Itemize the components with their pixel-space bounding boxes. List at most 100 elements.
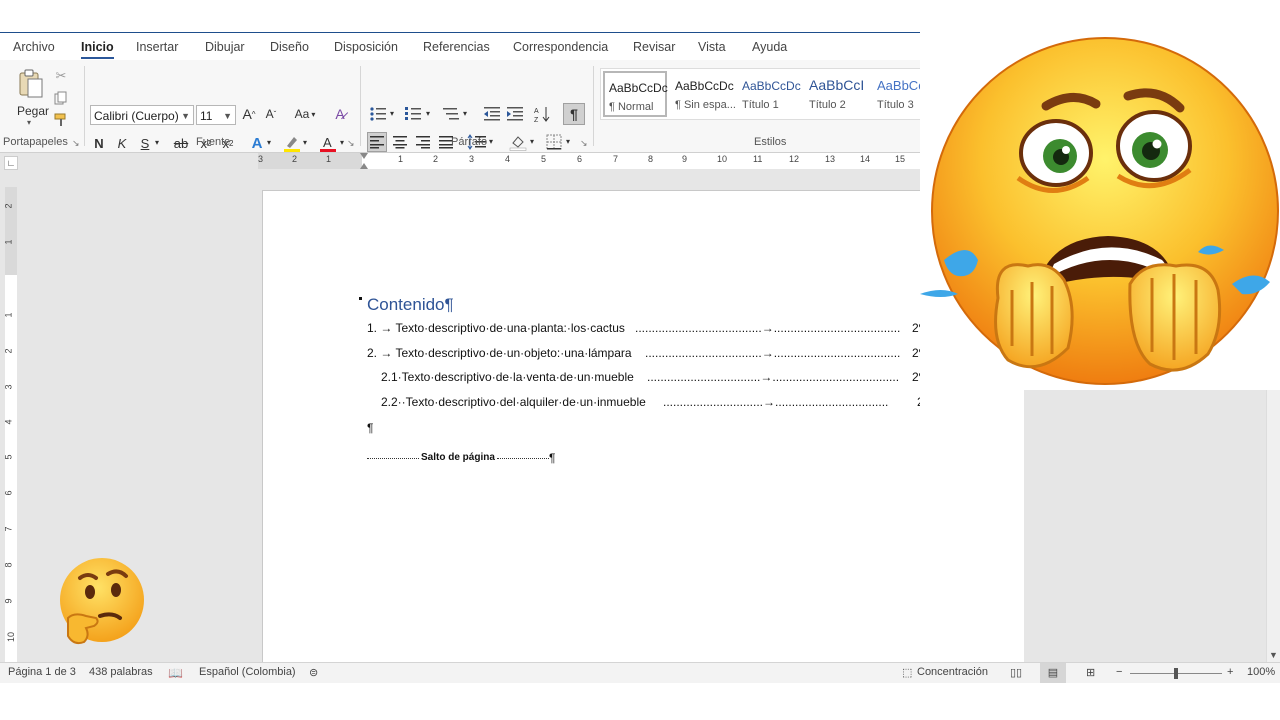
multilevel-icon[interactable] [441, 104, 461, 124]
format-painter-icon[interactable] [54, 112, 68, 128]
bullets-dropdown-icon[interactable]: ▾ [390, 109, 394, 118]
align-center-icon[interactable] [390, 132, 410, 152]
bold-button[interactable]: N [92, 134, 106, 152]
print-layout-icon[interactable]: ▤ [1040, 663, 1066, 683]
tab-insertar[interactable]: Insertar [136, 40, 178, 54]
clipboard-launcher-icon[interactable]: ↘ [72, 138, 80, 149]
copy-icon[interactable] [54, 90, 68, 106]
tab-archivo[interactable]: Archivo [13, 40, 55, 54]
scroll-down-icon[interactable]: ▼ [1269, 650, 1278, 660]
tab-ayuda[interactable]: Ayuda [752, 40, 787, 54]
zoom-level[interactable]: 100% [1247, 666, 1275, 678]
align-left-icon[interactable] [367, 132, 387, 152]
paste-icon[interactable] [12, 66, 50, 100]
font-color-icon[interactable]: A [318, 133, 338, 153]
svg-text:Z: Z [534, 117, 539, 123]
text-effects-dropdown-icon[interactable]: ▾ [267, 138, 271, 147]
hanging-indent-marker[interactable] [360, 163, 368, 169]
font-name-combo[interactable]: Calibri (Cuerpo) ▼ [90, 105, 194, 125]
bullets-icon[interactable] [368, 104, 388, 124]
numbering-icon[interactable] [403, 104, 423, 124]
tab-revisar[interactable]: Revisar [633, 40, 675, 54]
accessibility-icon[interactable]: ⊜ [309, 666, 318, 679]
focus-button[interactable]: Concentración [917, 666, 988, 678]
proofing-icon[interactable]: 📖 [168, 666, 183, 680]
show-formatting-button[interactable]: ¶ [563, 103, 585, 125]
grow-font-label: A [242, 106, 252, 122]
shading-dropdown-icon[interactable]: ▾ [530, 137, 534, 146]
ribbon-tabs: Archivo Inicio Insertar Dibujar Diseño D… [0, 32, 920, 61]
zoom-in-button[interactable]: + [1227, 666, 1233, 678]
highlight-icon[interactable] [282, 133, 302, 153]
strikethrough-button[interactable]: ab [172, 134, 190, 152]
page-break[interactable]: Salto de página ¶ [367, 451, 920, 472]
clear-format-icon[interactable]: A̷ [330, 104, 350, 124]
borders-dropdown-icon[interactable]: ▾ [566, 137, 570, 146]
shrink-font-button[interactable]: Aˇ [262, 104, 280, 124]
styles-group-label: Estilos [754, 136, 787, 148]
numbering-dropdown-icon[interactable]: ▾ [426, 109, 430, 118]
line-spacing-dropdown-icon[interactable]: ▾ [489, 137, 493, 146]
document-body[interactable]: Contenido¶ 1. → Texto·descriptivo·de·una… [367, 295, 920, 472]
text-effects-icon[interactable]: A [248, 133, 266, 153]
zoom-slider-thumb[interactable] [1174, 668, 1178, 679]
vertical-scrollbar[interactable]: ▼ [1266, 390, 1280, 662]
toc-entry[interactable]: 2.2··Texto·descriptivo·del·alquiler·de·u… [367, 395, 920, 420]
tab-correspondencia[interactable]: Correspondencia [513, 40, 608, 54]
language-indicator[interactable]: Español (Colombia) [199, 666, 296, 678]
underline-dropdown-icon[interactable]: ▾ [155, 138, 159, 147]
style-no-spacing[interactable]: AaBbCcDc ¶ Sin espa... [671, 71, 735, 117]
word-count[interactable]: 438 palabras [89, 666, 153, 678]
font-size-combo[interactable]: 11 ▼ [196, 105, 236, 125]
chevron-down-icon: ▼ [181, 111, 190, 121]
increase-indent-icon[interactable] [505, 104, 525, 124]
web-layout-icon[interactable]: ⊞ [1086, 666, 1095, 679]
zoom-out-button[interactable]: − [1116, 666, 1122, 678]
ruler-number: 8 [648, 154, 654, 164]
italic-button[interactable]: K [115, 134, 129, 152]
tab-inicio[interactable]: Inicio [81, 40, 114, 59]
toc-entry[interactable]: 2. → Texto·descriptivo·de·un·objeto:·una… [367, 346, 920, 371]
tab-referencias[interactable]: Referencias [423, 40, 490, 54]
change-case-button[interactable]: Aa ▾ [290, 104, 320, 124]
style-normal[interactable]: AaBbCcDc ¶ Normal [603, 71, 668, 117]
toc-entry[interactable]: 1. → Texto·descriptivo·de·una·planta:·lo… [367, 321, 920, 346]
tab-vista[interactable]: Vista [698, 40, 726, 54]
page-count[interactable]: Página 1 de 3 [8, 666, 76, 678]
align-right-icon[interactable] [413, 132, 433, 152]
horizontal-ruler[interactable]: 3 2 1 1 2 3 4 5 6 7 8 9 10 11 12 13 14 1… [258, 153, 920, 169]
grow-font-button[interactable]: A ^ [240, 104, 258, 124]
toc-entry-text: 2. → Texto·descriptivo·de·un·objeto:·una… [367, 345, 632, 360]
document-page[interactable]: Contenido¶ 1. → Texto·descriptivo·de·una… [262, 190, 920, 680]
focus-icon[interactable]: ⬚ [902, 666, 912, 679]
decrease-indent-icon[interactable] [482, 104, 502, 124]
paste-dropdown-icon[interactable]: ▾ [27, 118, 31, 127]
toc-title[interactable]: Contenido¶ [367, 295, 920, 315]
first-line-indent-marker[interactable] [360, 153, 368, 159]
style-heading-1[interactable]: AaBbCcDc Título 1 [738, 71, 802, 117]
multilevel-dropdown-icon[interactable]: ▾ [463, 109, 467, 118]
style-heading-2[interactable]: AaBbCcI Título 2 [805, 71, 869, 117]
style-preview: AaBbCcDc [742, 79, 801, 93]
paragraph-launcher-icon[interactable]: ↘ [580, 138, 588, 149]
toc-entry[interactable]: 2.1·Texto·descriptivo·de·la·venta·de·un·… [367, 370, 920, 395]
vertical-ruler[interactable]: 2 1 1 2 3 4 5 6 7 8 9 10 [4, 187, 17, 665]
font-color-dropdown-icon[interactable]: ▾ [340, 138, 344, 147]
font-launcher-icon[interactable]: ↘ [347, 138, 355, 149]
tab-disposicion[interactable]: Disposición [334, 40, 398, 54]
cut-icon[interactable]: ✂ [54, 68, 68, 84]
shading-icon[interactable] [507, 132, 529, 152]
tab-diseno[interactable]: Diseño [270, 40, 309, 54]
tab-dibujar[interactable]: Dibujar [205, 40, 245, 54]
underline-button[interactable]: S [138, 134, 152, 152]
paste-button[interactable]: Pegar [17, 104, 49, 118]
empty-paragraph[interactable]: ¶ [367, 421, 920, 446]
style-name: Título 3 [877, 99, 914, 111]
highlight-dropdown-icon[interactable]: ▾ [303, 138, 307, 147]
ruler-number: 4 [505, 154, 511, 164]
read-mode-icon[interactable]: ▯▯ [1010, 666, 1022, 679]
style-heading-3[interactable]: AaBbCc Título 3 [873, 71, 920, 117]
sort-icon[interactable]: AZ [533, 104, 553, 124]
borders-icon[interactable] [543, 132, 565, 152]
tab-selector[interactable]: ∟ [4, 156, 18, 170]
